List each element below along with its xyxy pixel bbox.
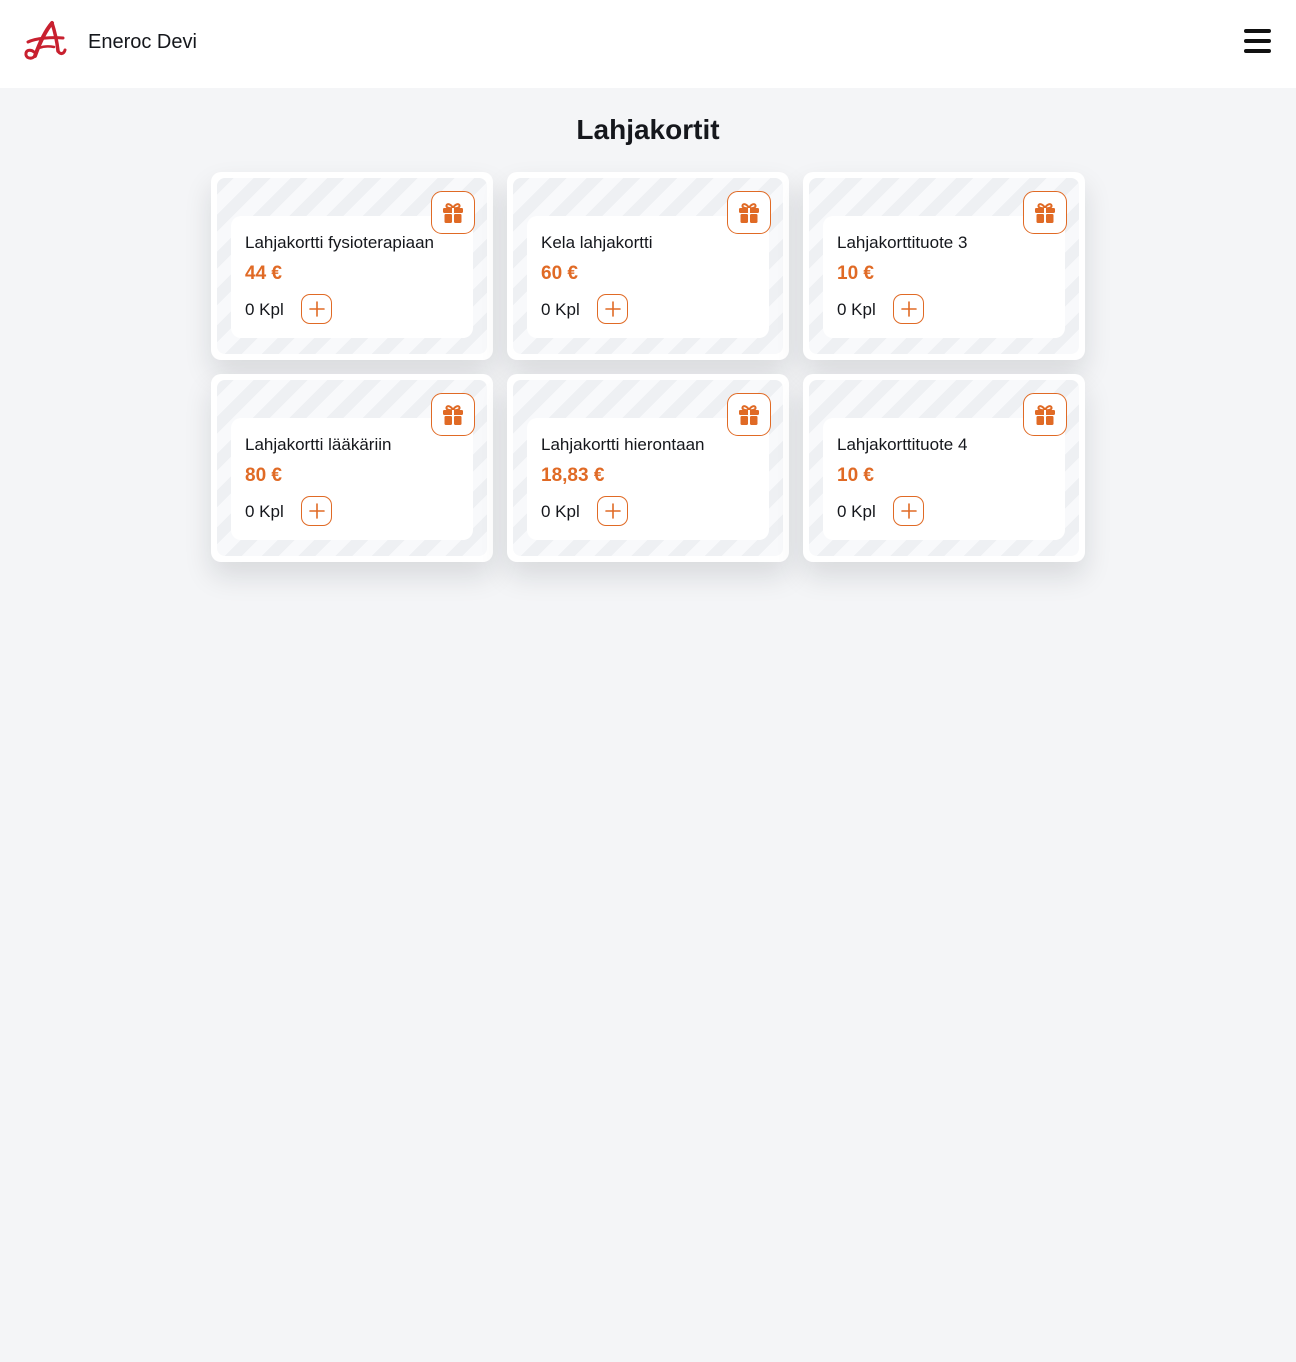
plus-icon[interactable] — [301, 294, 332, 324]
plus-icon[interactable] — [597, 496, 628, 526]
product-price: 10 € — [837, 465, 874, 486]
gift-icon[interactable] — [431, 393, 475, 436]
product-name: Lahjakortti fysioterapiaan — [245, 233, 435, 252]
hamburger-menu-icon[interactable] — [1240, 27, 1276, 59]
product-quantity: 0 Kpl — [837, 502, 876, 521]
brand-name: Eneroc Devi — [88, 31, 197, 53]
product-name: Lahjakorttituote 3 — [837, 233, 968, 252]
plus-icon[interactable] — [597, 294, 628, 324]
plus-icon[interactable] — [301, 496, 332, 526]
product-name: Lahjakorttituote 4 — [837, 435, 968, 454]
gift-card-item: Lahjakortti lääkäriin 80 € 0 Kpl — [211, 374, 493, 562]
gift-icon[interactable] — [727, 191, 771, 234]
product-quantity: 0 Kpl — [541, 502, 580, 521]
gift-card-item: Lahjakorttituote 3 10 € 0 Kpl — [803, 172, 1085, 360]
gift-icon[interactable] — [727, 393, 771, 436]
gift-card-item: Lahjakorttituote 4 10 € 0 Kpl — [803, 374, 1085, 562]
page-title: Lahjakortit — [576, 114, 720, 145]
product-name: Lahjakortti hierontaan — [541, 435, 705, 454]
gift-icon[interactable] — [431, 191, 475, 234]
gift-card-item: Lahjakortti hierontaan 18,83 € 0 Kpl — [507, 374, 789, 562]
product-quantity: 0 Kpl — [837, 300, 876, 319]
product-name: Lahjakortti lääkäriin — [245, 435, 392, 454]
gift-icon[interactable] — [1023, 191, 1067, 234]
product-price: 44 € — [245, 263, 282, 284]
gift-card-item: Lahjakortti fysioterapiaan 44 € 0 Kpl — [211, 172, 493, 360]
product-quantity: 0 Kpl — [245, 300, 284, 319]
product-quantity: 0 Kpl — [245, 502, 284, 521]
product-price: 10 € — [837, 263, 874, 284]
product-price: 60 € — [541, 263, 578, 284]
gift-card-item: Kela lahjakortti 60 € 0 Kpl — [507, 172, 789, 360]
top-bar: Eneroc Devi — [0, 0, 1296, 88]
gift-icon[interactable] — [1023, 393, 1067, 436]
gift-card-grid: Lahjakortti fysioterapiaan 44 € 0 Kpl Ke… — [211, 172, 1085, 562]
product-price: 80 € — [245, 465, 282, 486]
eneroc-logo-icon[interactable] — [22, 20, 68, 62]
plus-icon[interactable] — [893, 496, 924, 526]
product-quantity: 0 Kpl — [541, 300, 580, 319]
product-price: 18,83 € — [541, 465, 605, 486]
plus-icon[interactable] — [893, 294, 924, 324]
product-name: Kela lahjakortti — [541, 233, 653, 252]
